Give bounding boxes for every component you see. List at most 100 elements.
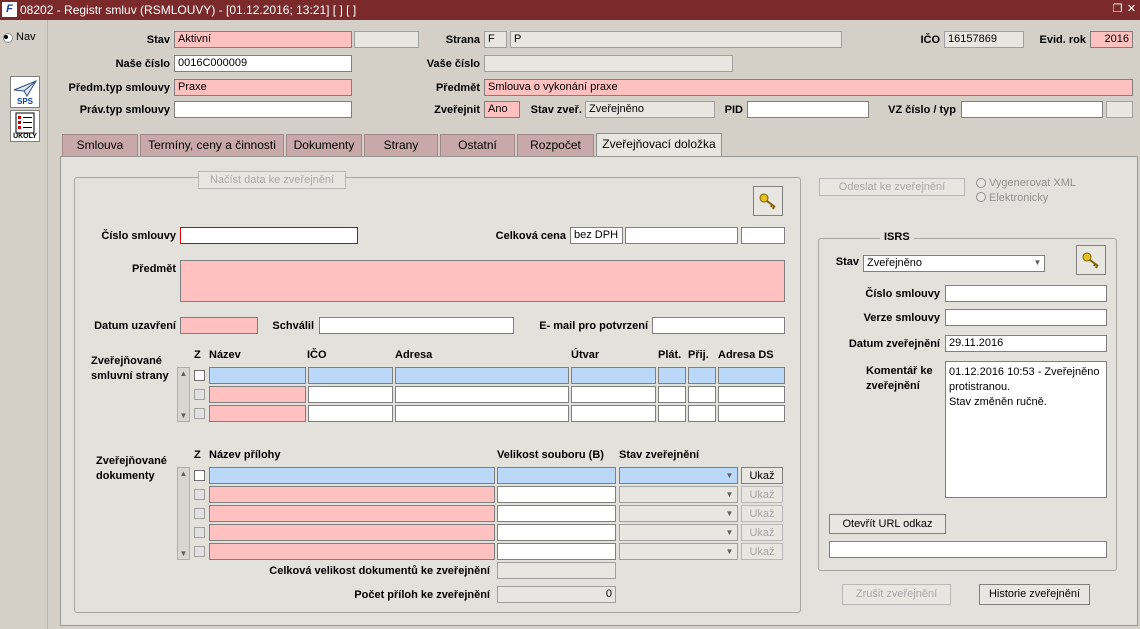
strany-row1-checkbox[interactable] [194,370,205,381]
isrs-verze-field[interactable] [945,309,1107,326]
cislo-smlouvy-field[interactable] [180,227,358,244]
dokument-row3-velikost[interactable] [497,505,616,522]
strany-row3-ico[interactable] [308,405,393,422]
dokumenty-scrollbar[interactable]: ▲ ▼ [177,467,190,560]
pid-field[interactable] [747,101,869,118]
predm-typ-field[interactable]: Praxe [174,79,352,96]
strany-row2-plat[interactable] [658,386,686,403]
strany-row2-nazev[interactable] [209,386,306,403]
dokument-row1-velikost[interactable] [497,467,616,484]
tab-rozpocet[interactable]: Rozpočet [517,134,594,156]
key-button-right[interactable] [1076,245,1106,275]
otevrit-url-button[interactable]: Otevřít URL odkaz [829,514,946,534]
tab-smlouva[interactable]: Smlouva [62,134,138,156]
elektronicky-radio[interactable] [976,192,986,202]
vygenerovat-radio[interactable] [976,178,986,188]
email-field[interactable] [652,317,785,334]
chevron-down-icon[interactable]: ▼ [1031,256,1044,269]
dokument-row2-stav-select[interactable]: ▼ [619,486,738,503]
tab-dokumenty[interactable]: Dokumenty [286,134,362,156]
isrs-datum-field[interactable]: 29.11.2016 [945,335,1107,352]
dokument-row1-nazev[interactable] [209,467,495,484]
nase-cislo-field[interactable]: 0016C000009 [174,55,352,72]
dokument-row3-ukaz-button[interactable]: Ukaž [741,505,783,522]
predmet-field[interactable]: Smlouva o vykonání praxe [484,79,1133,96]
strany-row3-adresa-ds[interactable] [718,405,785,422]
strany-row2-utvar[interactable] [571,386,656,403]
key-button-left[interactable] [753,186,783,216]
strany-row1-plat[interactable] [658,367,686,384]
ukoly-button[interactable]: ÚKOLY [10,110,40,142]
evid-rok-field[interactable]: 2016 [1090,31,1133,48]
strany-row3-plat[interactable] [658,405,686,422]
dokument-row2-nazev[interactable] [209,486,495,503]
strany-row2-ico[interactable] [308,386,393,403]
stav-field[interactable]: Aktivní [174,31,352,48]
strany-row1-prij[interactable] [688,367,716,384]
zverejnit-field[interactable]: Ano [484,101,520,118]
tab-terminy[interactable]: Termíny, ceny a činnosti [140,134,284,156]
strany-row1-ico[interactable] [308,367,393,384]
schvalil-field[interactable] [319,317,514,334]
nacist-data-button[interactable]: Načíst data ke zveřejnění [198,171,346,189]
dokument-row3-stav-select[interactable]: ▼ [619,505,738,522]
dokument-row2-ukaz-button[interactable]: Ukaž [741,486,783,503]
scroll-up-icon[interactable]: ▲ [178,468,189,479]
tab-ostatni[interactable]: Ostatní [440,134,515,156]
isrs-komentar-textarea[interactable]: 01.12.2016 10:53 - Zveřejněno protistran… [945,361,1107,498]
strany-row2-checkbox[interactable] [194,389,205,400]
dokument-row5-ukaz-button[interactable]: Ukaž [741,543,783,560]
restore-icon[interactable]: ❐ [1111,3,1124,16]
strany-row3-checkbox[interactable] [194,408,205,419]
dokument-row5-velikost[interactable] [497,543,616,560]
dokument-row4-velikost[interactable] [497,524,616,541]
strany-row1-adresa-ds[interactable] [718,367,785,384]
strany-row2-adresa-ds[interactable] [718,386,785,403]
strany-row1-adresa[interactable] [395,367,569,384]
dokument-row3-checkbox[interactable] [194,508,205,519]
url-field[interactable] [829,541,1107,558]
strany-row1-nazev[interactable] [209,367,306,384]
scroll-down-icon[interactable]: ▼ [178,410,189,421]
strany-row3-utvar[interactable] [571,405,656,422]
strany-row3-prij[interactable] [688,405,716,422]
isrs-cislo-smlouvy-field[interactable] [945,285,1107,302]
vz-cislo-field[interactable] [961,101,1103,118]
dokument-row4-nazev[interactable] [209,524,495,541]
dokument-row4-checkbox[interactable] [194,527,205,538]
dokument-row5-nazev[interactable] [209,543,495,560]
scroll-up-icon[interactable]: ▲ [178,368,189,379]
close-icon[interactable]: ✕ [1125,3,1138,16]
strany-row2-prij[interactable] [688,386,716,403]
strany-row3-nazev[interactable] [209,405,306,422]
tab-strany[interactable]: Strany [364,134,438,156]
dokument-row1-ukaz-button[interactable]: Ukaž [741,467,783,484]
strany-scrollbar[interactable]: ▲ ▼ [177,367,190,422]
celkova-cena-dph-field[interactable]: bez DPH [570,227,623,244]
sps-button[interactable]: SPS [10,76,40,108]
celkova-cena-mena-field[interactable] [741,227,785,244]
dokument-row2-velikost[interactable] [497,486,616,503]
dokument-row1-stav-select[interactable]: ▼ [619,467,738,484]
historie-zverejneni-button[interactable]: Historie zveřejnění [979,584,1090,605]
dokument-row1-checkbox[interactable] [194,470,205,481]
dokument-row4-ukaz-button[interactable]: Ukaž [741,524,783,541]
odeslat-button[interactable]: Odeslat ke zveřejnění [819,178,965,196]
strany-col-z: Z [194,349,201,361]
scroll-down-icon[interactable]: ▼ [178,548,189,559]
datum-uzavreni-field[interactable] [180,317,258,334]
dokument-row5-checkbox[interactable] [194,546,205,557]
celkova-cena-field[interactable] [625,227,738,244]
isrs-stav-select[interactable]: Zveřejněno [863,255,1045,272]
dokument-row5-stav-select[interactable]: ▼ [619,543,738,560]
strany-row1-utvar[interactable] [571,367,656,384]
predmet-form-field[interactable] [180,260,785,302]
strany-row3-adresa[interactable] [395,405,569,422]
tab-zverejnovaci-dolozka[interactable]: Zveřejňovací doložka [596,133,722,157]
strany-row2-adresa[interactable] [395,386,569,403]
dokument-row3-nazev[interactable] [209,505,495,522]
zrusit-zverejneni-button[interactable]: Zrušit zveřejnění [842,584,951,605]
prav-typ-field[interactable] [174,101,352,118]
dokument-row2-checkbox[interactable] [194,489,205,500]
dokument-row4-stav-select[interactable]: ▼ [619,524,738,541]
